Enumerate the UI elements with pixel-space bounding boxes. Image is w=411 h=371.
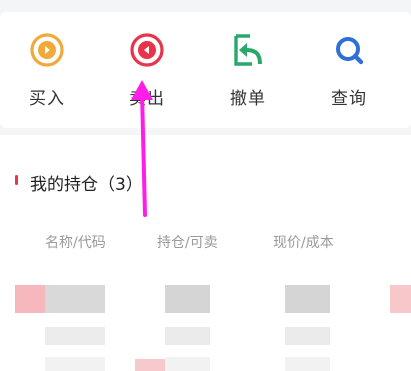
blurred-cell bbox=[285, 327, 330, 345]
section-marker bbox=[15, 175, 18, 185]
blurred-cell bbox=[45, 285, 105, 313]
blurred-cell bbox=[165, 285, 210, 313]
cancel-order-label: 撤单 bbox=[230, 89, 266, 109]
column-header-price-cost: 现价/成本 bbox=[273, 235, 334, 251]
column-header-name-code: 名称/代码 bbox=[45, 235, 106, 251]
holdings-panel: 我的持仓（3） 名称/代码 持仓/可卖 现价/成本 bbox=[0, 135, 411, 371]
holdings-title: 我的持仓（3） bbox=[30, 175, 143, 195]
blurred-cell bbox=[45, 357, 105, 371]
blurred-cell bbox=[15, 285, 45, 313]
query-label: 查询 bbox=[331, 89, 367, 109]
blurred-cell bbox=[135, 359, 165, 371]
sell-icon bbox=[129, 32, 165, 68]
blurred-cell bbox=[165, 357, 210, 371]
query-button[interactable]: 查询 bbox=[309, 32, 389, 109]
blurred-cell bbox=[285, 357, 330, 371]
blurred-cell bbox=[285, 285, 330, 313]
cancel-order-button[interactable]: 撤单 bbox=[208, 32, 288, 109]
buy-label: 买入 bbox=[29, 89, 65, 109]
buy-icon bbox=[29, 32, 65, 68]
column-header-position-sellable: 持仓/可卖 bbox=[157, 235, 218, 251]
trade-actions-panel: 买入 卖出 撤单 查询 bbox=[0, 12, 411, 128]
cancel-order-icon bbox=[230, 32, 266, 68]
buy-button[interactable]: 买入 bbox=[7, 32, 87, 109]
table-row[interactable] bbox=[0, 285, 411, 371]
blurred-cell bbox=[45, 327, 105, 345]
query-icon bbox=[331, 32, 367, 68]
blurred-cell bbox=[390, 285, 411, 313]
top-spacer bbox=[0, 0, 411, 12]
sell-label: 卖出 bbox=[129, 89, 165, 109]
sell-button[interactable]: 卖出 bbox=[107, 32, 187, 109]
blurred-cell bbox=[165, 327, 210, 345]
